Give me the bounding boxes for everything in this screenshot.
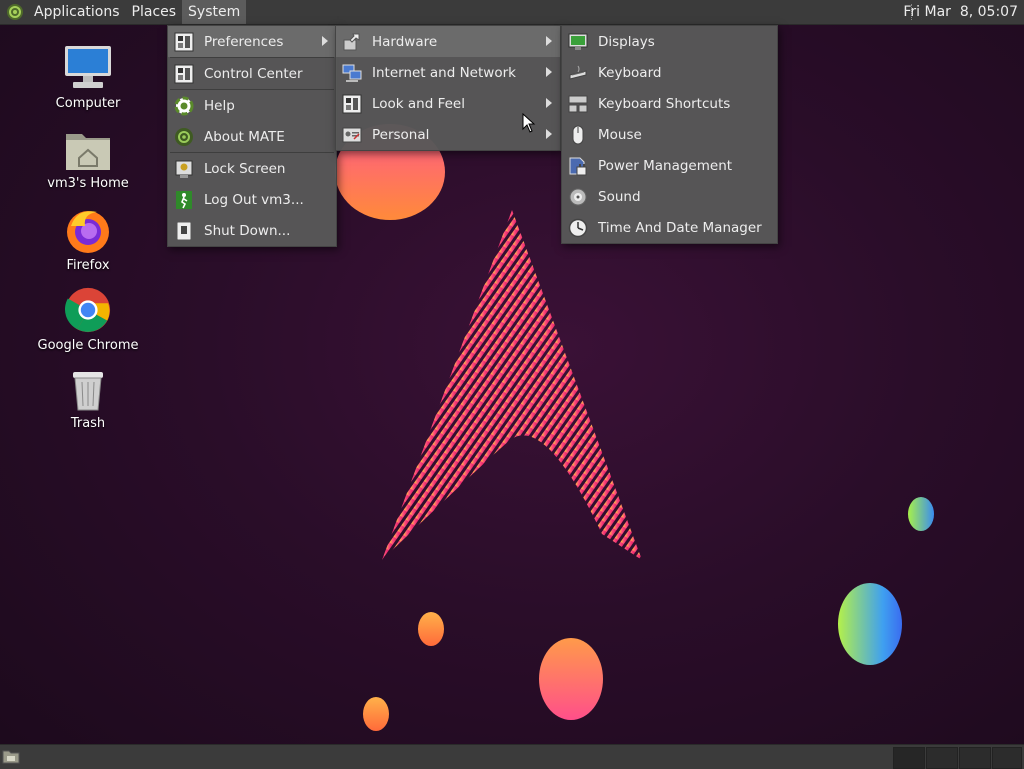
desktop-icon-label: vm3's Home [47, 176, 129, 191]
menu-item-label: Displays [598, 33, 655, 50]
about-mate-icon [175, 127, 193, 146]
wallpaper-bubble [539, 638, 603, 720]
shutdown-icon [176, 221, 192, 240]
menu-item-sound[interactable]: Sound [562, 181, 777, 212]
menu-item-shut-down[interactable]: Shut Down... [168, 215, 336, 246]
menu-item-help[interactable]: Help [168, 90, 336, 121]
submenu-arrow-icon [546, 36, 552, 46]
firefox-icon [67, 211, 109, 253]
clock-icon [568, 218, 588, 237]
menu-item-label: Control Center [204, 65, 303, 82]
menu-item-label: Keyboard [598, 64, 662, 81]
system-dropdown: Preferences Control Center Help About MA… [167, 25, 337, 247]
menu-item-label: Look and Feel [372, 95, 465, 112]
desktop-icon-home[interactable]: vm3's Home [33, 126, 143, 191]
preferences-icon [174, 32, 194, 51]
workspace-2[interactable] [926, 747, 958, 769]
menu-item-label: Personal [372, 126, 430, 143]
submenu-arrow-icon [322, 36, 328, 46]
network-icon [342, 64, 362, 82]
menu-item-log-out[interactable]: Log Out vm3... [168, 184, 336, 215]
desktop-icon-firefox[interactable]: Firefox [33, 206, 143, 273]
trash-icon [73, 372, 103, 411]
menu-item-label: Sound [598, 188, 641, 205]
desktop-icon-label: Firefox [66, 258, 110, 273]
power-management-icon [569, 157, 587, 175]
workspace-1[interactable] [893, 747, 925, 769]
personal-icon [342, 127, 362, 142]
menu-item-label: Keyboard Shortcuts [598, 95, 731, 112]
desktop-icon-computer[interactable]: Computer [33, 44, 143, 111]
system-menu[interactable]: System [182, 0, 247, 24]
help-icon [174, 96, 194, 115]
menu-item-preferences[interactable]: Preferences [168, 26, 336, 57]
menu-item-label: Preferences [204, 33, 284, 50]
wallpaper-bubble [908, 497, 934, 531]
menu-item-label: Power Management [598, 157, 733, 174]
menu-item-keyboard-shortcuts[interactable]: Keyboard Shortcuts [562, 88, 777, 119]
mate-logo-icon[interactable] [6, 3, 24, 21]
control-center-icon [174, 64, 194, 83]
lock-screen-icon [175, 160, 193, 178]
menu-item-label: Hardware [372, 33, 438, 50]
sound-icon [569, 188, 587, 205]
desktop-icon-label: Google Chrome [37, 338, 139, 353]
menu-item-label: Lock Screen [204, 160, 286, 177]
show-desktop-icon[interactable] [2, 748, 20, 764]
menu-item-displays[interactable]: Displays [562, 26, 777, 57]
mouse-icon [572, 125, 584, 144]
menu-item-keyboard[interactable]: Keyboard [562, 57, 777, 88]
computer-icon [65, 46, 111, 88]
menu-item-label: Internet and Network [372, 64, 516, 81]
bottom-panel [0, 744, 1024, 769]
workspace-4[interactable] [992, 747, 1022, 769]
menu-item-about-mate[interactable]: About MATE [168, 121, 336, 152]
mouse-cursor-icon [522, 113, 536, 133]
menu-item-control-center[interactable]: Control Center [168, 58, 336, 89]
hardware-submenu: Displays Keyboard Keyboard Shortcuts Mou… [561, 25, 778, 244]
menu-item-label: Mouse [598, 126, 642, 143]
arch-logo [382, 210, 642, 560]
menu-item-hardware[interactable]: Hardware [336, 26, 560, 57]
clock[interactable]: Fri Mar 8, 05:07 [903, 0, 1018, 24]
menu-item-label: Help [204, 97, 235, 114]
wallpaper-bubble [838, 583, 902, 665]
menu-item-label: Log Out vm3... [204, 191, 304, 208]
chrome-icon [64, 287, 111, 333]
menu-item-time-and-date[interactable]: Time And Date Manager [562, 212, 777, 243]
menu-item-label: Time And Date Manager [598, 219, 762, 236]
top-panel: Applications Places System Fri Mar 8, 05… [0, 0, 1024, 25]
keyboard-shortcuts-icon [568, 95, 588, 112]
displays-icon [568, 33, 588, 50]
menu-item-power-management[interactable]: Power Management [562, 150, 777, 181]
applications-menu[interactable]: Applications [28, 0, 126, 24]
hardware-icon [343, 33, 360, 50]
menu-item-label: Shut Down... [204, 222, 291, 239]
submenu-arrow-icon [546, 98, 552, 108]
home-folder-icon [66, 134, 110, 170]
places-menu[interactable]: Places [126, 0, 183, 24]
workspace-3[interactable] [959, 747, 991, 769]
menu-item-lock-screen[interactable]: Lock Screen [168, 153, 336, 184]
menu-item-label: About MATE [204, 128, 285, 145]
wallpaper-bubble [363, 697, 389, 731]
menu-item-internet-and-network[interactable]: Internet and Network [336, 57, 560, 88]
logout-icon [176, 190, 192, 209]
submenu-arrow-icon [546, 129, 552, 139]
keyboard-icon [569, 65, 587, 80]
wallpaper-bubble [418, 612, 444, 646]
desktop-icon-label: Trash [70, 416, 106, 431]
submenu-arrow-icon [546, 67, 552, 77]
look-and-feel-icon [342, 94, 362, 113]
desktop-icon-chrome[interactable]: Google Chrome [33, 286, 143, 353]
menu-item-mouse[interactable]: Mouse [562, 119, 777, 150]
desktop-icon-label: Computer [55, 96, 121, 111]
desktop-icon-trash[interactable]: Trash [33, 368, 143, 431]
